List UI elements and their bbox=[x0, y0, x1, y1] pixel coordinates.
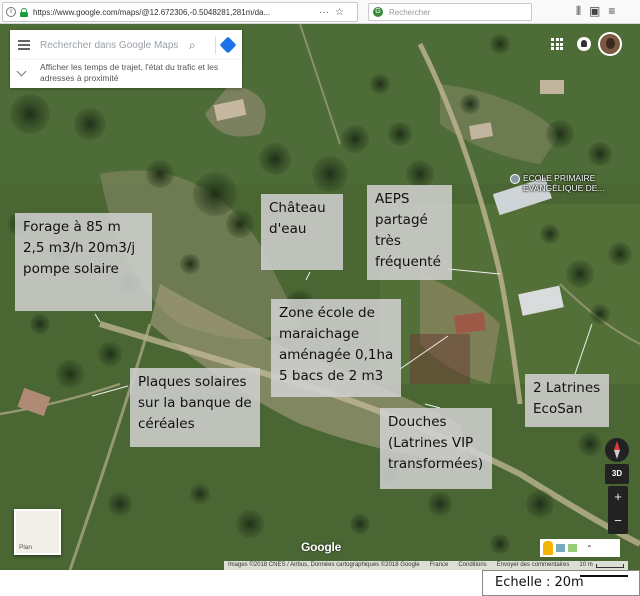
callout-zone-ecole: Zone école de maraichage aménagée 0,1ha … bbox=[271, 299, 401, 397]
imagery-thumb-icon[interactable] bbox=[556, 544, 565, 552]
zoom-control: + − bbox=[608, 486, 628, 534]
avatar[interactable] bbox=[598, 32, 622, 56]
nearby-info-toggle[interactable]: Afficher les temps de trajet, l'état du … bbox=[10, 60, 242, 88]
satellite-map[interactable]: Forage à 85 m 2,5 m3/h 20m3/j pompe sola… bbox=[0, 24, 640, 570]
notifications-icon[interactable] bbox=[577, 37, 591, 51]
callout-forage-line: Forage à 85 m bbox=[23, 219, 121, 235]
footer-france[interactable]: France bbox=[430, 561, 449, 570]
footer-conditions[interactable]: Conditions bbox=[458, 561, 486, 570]
callout-douches-line: Douches bbox=[388, 414, 447, 430]
callout-forage-line: pompe solaire bbox=[23, 261, 119, 277]
callout-plaques-solaires: Plaques solaires sur la banque de céréal… bbox=[130, 368, 260, 447]
footer-feedback[interactable]: Envoyer des commentaires bbox=[497, 561, 570, 570]
browser-search-box[interactable]: G Rechercher bbox=[368, 3, 532, 21]
callout-douches-line: transformées) bbox=[388, 456, 484, 472]
callout-aeps-line: fréquenté bbox=[375, 254, 441, 270]
library-icon[interactable]: ⫴ bbox=[576, 4, 581, 19]
callout-zone-line: 5 bacs de 2 m3 bbox=[279, 368, 384, 384]
more-icon[interactable]: ··· bbox=[319, 7, 329, 18]
map-attribution: Images ©2018 CNES / Airbus, Données cart… bbox=[224, 561, 628, 570]
callout-aeps-line: AEPS bbox=[375, 191, 410, 207]
poi-label-school[interactable]: ECOLE PRIMAIRE EVANGÉLIQUE DE... bbox=[523, 173, 605, 193]
attribution-text: Images ©2018 CNES / Airbus, Données cart… bbox=[228, 562, 420, 568]
callout-douches-line: (Latrines VIP bbox=[388, 435, 474, 451]
compass-icon[interactable] bbox=[605, 438, 629, 462]
scale-bar bbox=[595, 563, 624, 568]
callout-aeps: AEPS partagé très fréquenté bbox=[367, 185, 452, 280]
scale-label: Echelle : 20m bbox=[495, 575, 584, 590]
callout-plaques-line: céréales bbox=[138, 416, 195, 432]
maps-search-box[interactable]: Rechercher dans Google Maps ⌕ bbox=[10, 30, 242, 60]
nearby-info-text: Afficher les temps de trajet, l'état du … bbox=[40, 62, 219, 83]
callout-zone-line: Zone école de bbox=[279, 305, 375, 321]
callout-zone-line: maraichage bbox=[279, 326, 360, 342]
poi-label-line: EVANGÉLIQUE DE... bbox=[523, 183, 605, 193]
callout-zone-line: aménagée 0,1ha bbox=[279, 347, 394, 363]
callout-forage-line: 2,5 m3/h 20m3/j bbox=[23, 240, 136, 256]
zoom-out-button[interactable]: − bbox=[608, 510, 628, 534]
menu-icon[interactable] bbox=[18, 38, 30, 52]
map-scale-label: 10 m bbox=[579, 562, 593, 568]
maps-search-placeholder[interactable]: Rechercher dans Google Maps bbox=[40, 40, 189, 51]
zoom-in-button[interactable]: + bbox=[608, 486, 628, 510]
callout-chateau-line: d'eau bbox=[269, 221, 307, 237]
chevron-down-icon[interactable] bbox=[16, 66, 27, 77]
callout-aeps-line: partagé bbox=[375, 212, 428, 228]
imagery-thumb-icon[interactable] bbox=[568, 544, 577, 552]
browser-toolbar: i https://www.google.com/maps/@12.672306… bbox=[0, 0, 640, 24]
callout-aeps-line: très bbox=[375, 233, 401, 249]
lock-icon bbox=[20, 7, 28, 17]
callout-latrines-line: EcoSan bbox=[533, 401, 583, 417]
school-pin-icon[interactable] bbox=[510, 174, 520, 184]
callout-chateau-eau: Château d'eau bbox=[261, 194, 343, 270]
callout-plaques-line: sur la banque de bbox=[138, 395, 252, 411]
map-scale[interactable]: 10 m bbox=[579, 561, 624, 570]
toggle-3d-button[interactable]: 3D bbox=[605, 464, 629, 484]
street-view-bar[interactable]: ⌃ bbox=[540, 539, 620, 557]
info-icon[interactable]: i bbox=[6, 7, 16, 17]
url-text[interactable]: https://www.google.com/maps/@12.672306,-… bbox=[33, 8, 315, 17]
scale-box: Echelle : 20m bbox=[482, 570, 640, 596]
apps-grid-icon[interactable] bbox=[551, 38, 563, 50]
callout-douches: Douches (Latrines VIP transformées) bbox=[380, 408, 492, 489]
callout-latrines: 2 Latrines EcoSan bbox=[525, 374, 609, 427]
browser-search-placeholder: Rechercher bbox=[389, 7, 431, 17]
bookmark-icon[interactable]: ☆ bbox=[335, 7, 344, 18]
directions-icon[interactable] bbox=[219, 36, 237, 54]
address-bar[interactable]: i https://www.google.com/maps/@12.672306… bbox=[2, 2, 358, 22]
map-type-toggle[interactable]: Plan bbox=[14, 509, 61, 555]
pegman-icon[interactable] bbox=[543, 541, 553, 555]
poi-label-line: ECOLE PRIMAIRE bbox=[523, 173, 596, 183]
callout-chateau-line: Château bbox=[269, 200, 326, 216]
callout-forage: Forage à 85 m 2,5 m3/h 20m3/j pompe sola… bbox=[15, 213, 152, 311]
menu-icon[interactable]: ≡ bbox=[608, 4, 615, 19]
google-logo: Google bbox=[301, 540, 342, 554]
scale-line bbox=[580, 575, 628, 577]
search-icon[interactable]: ⌕ bbox=[189, 38, 209, 53]
callout-latrines-line: 2 Latrines bbox=[533, 380, 601, 396]
callout-plaques-line: Plaques solaires bbox=[138, 374, 247, 390]
chevron-up-icon[interactable]: ⌃ bbox=[586, 544, 593, 553]
plan-label: Plan bbox=[19, 544, 33, 551]
sidebar-icon[interactable]: ▣ bbox=[589, 4, 600, 19]
search-engine-icon[interactable]: G bbox=[373, 7, 383, 17]
